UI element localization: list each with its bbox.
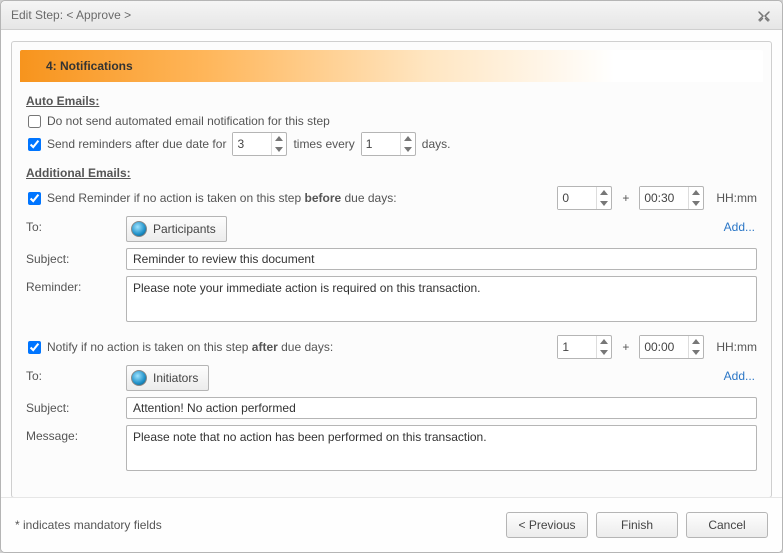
before-time-input[interactable] xyxy=(640,187,688,209)
after-notify-label: Notify if no action is taken on this ste… xyxy=(47,340,333,354)
before-body-textarea[interactable]: Please note your immediate action is req… xyxy=(126,276,757,322)
section-header: 4: Notifications xyxy=(20,50,763,82)
reminders-every-input[interactable] xyxy=(362,133,400,155)
before-reminder-label: Send Reminder if no action is taken on t… xyxy=(47,191,397,205)
send-reminders-mid: times every xyxy=(293,137,354,151)
before-to-chip[interactable]: Participants xyxy=(126,216,227,242)
auto-emails-heading: Auto Emails: xyxy=(26,94,757,108)
before-subject-label: Subject: xyxy=(26,248,120,266)
chevron-down-icon[interactable] xyxy=(689,347,703,358)
additional-emails-heading: Additional Emails: xyxy=(26,166,757,180)
chevron-down-icon[interactable] xyxy=(272,144,286,155)
after-time-stepper[interactable] xyxy=(639,335,704,359)
after-time-input[interactable] xyxy=(640,336,688,358)
after-add-link[interactable]: Add... xyxy=(724,365,757,383)
chevron-up-icon[interactable] xyxy=(597,187,611,198)
content-area: Auto Emails: Do not send automated email… xyxy=(12,86,771,492)
window-title: Edit Step: < Approve > xyxy=(11,1,131,29)
dialog-body: 4: Notifications Auto Emails: Do not sen… xyxy=(11,41,772,498)
before-reminder-checkbox[interactable] xyxy=(28,192,41,205)
reminders-times-stepper[interactable] xyxy=(232,132,287,156)
after-plus: + xyxy=(622,340,629,354)
chevron-down-icon[interactable] xyxy=(597,347,611,358)
no-auto-email-label: Do not send automated email notification… xyxy=(47,114,330,128)
edit-step-dialog: Edit Step: < Approve > 4: Notifications … xyxy=(0,0,783,553)
dialog-footer: * indicates mandatory fields < Previous … xyxy=(1,497,782,552)
after-body-label: Message: xyxy=(26,425,120,443)
after-to-chip[interactable]: Initiators xyxy=(126,365,209,391)
chevron-up-icon[interactable] xyxy=(401,133,415,144)
before-to-label: To: xyxy=(26,216,120,234)
chevron-up-icon[interactable] xyxy=(597,336,611,347)
finish-button[interactable]: Finish xyxy=(596,512,678,538)
chevron-down-icon[interactable] xyxy=(689,198,703,209)
before-time-unit: HH:mm xyxy=(716,191,757,205)
globe-icon xyxy=(131,370,147,386)
after-body-textarea[interactable]: Please note that no action has been perf… xyxy=(126,425,757,471)
after-to-label: To: xyxy=(26,365,120,383)
reminders-every-stepper[interactable] xyxy=(361,132,416,156)
before-add-link[interactable]: Add... xyxy=(724,216,757,234)
titlebar: Edit Step: < Approve > xyxy=(1,1,782,30)
previous-button[interactable]: < Previous xyxy=(506,512,588,538)
send-reminders-checkbox[interactable] xyxy=(28,138,41,151)
chevron-down-icon[interactable] xyxy=(597,198,611,209)
after-subject-input[interactable] xyxy=(126,397,757,419)
send-reminders-suffix: days. xyxy=(422,137,451,151)
before-body-label: Reminder: xyxy=(26,276,120,294)
before-time-stepper[interactable] xyxy=(639,186,704,210)
after-days-input[interactable] xyxy=(558,336,596,358)
chevron-up-icon[interactable] xyxy=(689,187,703,198)
close-icon[interactable] xyxy=(756,7,772,23)
before-days-input[interactable] xyxy=(558,187,596,209)
cancel-button[interactable]: Cancel xyxy=(686,512,768,538)
before-days-stepper[interactable] xyxy=(557,186,612,210)
globe-icon xyxy=(131,221,147,237)
after-subject-label: Subject: xyxy=(26,397,120,415)
reminders-times-input[interactable] xyxy=(233,133,271,155)
chevron-down-icon[interactable] xyxy=(401,144,415,155)
before-plus: + xyxy=(622,191,629,205)
after-days-stepper[interactable] xyxy=(557,335,612,359)
after-notify-checkbox[interactable] xyxy=(28,341,41,354)
after-time-unit: HH:mm xyxy=(716,340,757,354)
mandatory-note: * indicates mandatory fields xyxy=(15,518,162,532)
before-subject-input[interactable] xyxy=(126,248,757,270)
chevron-up-icon[interactable] xyxy=(689,336,703,347)
no-auto-email-checkbox[interactable] xyxy=(28,115,41,128)
send-reminders-prefix: Send reminders after due date for xyxy=(47,137,226,151)
chevron-up-icon[interactable] xyxy=(272,133,286,144)
